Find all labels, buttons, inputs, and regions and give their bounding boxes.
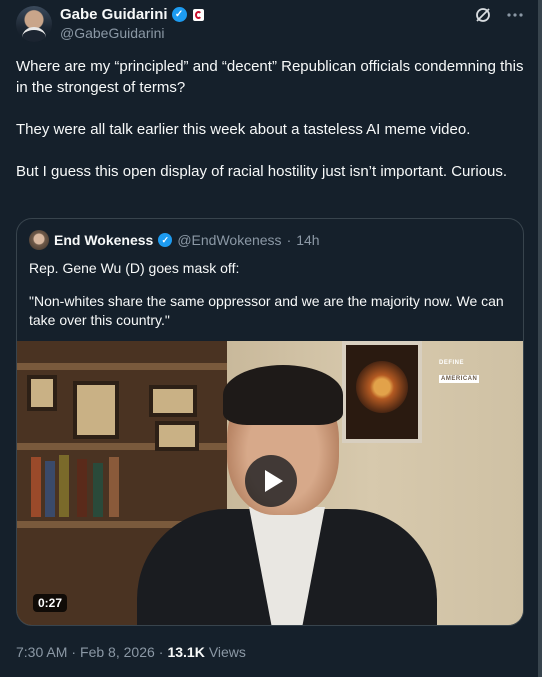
verified-badge-icon: ✓ — [171, 7, 187, 22]
quoted-author-name[interactable]: End Wokeness — [54, 232, 153, 248]
video-logo: DEFINE AMERICAN — [439, 359, 499, 389]
quoted-tweet-text: Rep. Gene Wu (D) goes mask off: "Non-whi… — [29, 259, 514, 344]
logo-line: DEFINE — [439, 360, 465, 366]
author-avatar[interactable] — [16, 6, 52, 42]
quoted-line: Rep. Gene Wu (D) goes mask off: — [29, 260, 240, 276]
video-duration: 0:27 — [33, 594, 68, 612]
logo-line: AMERICAN — [439, 375, 480, 383]
more-icon[interactable] — [506, 6, 524, 24]
tweet-date[interactable]: Feb 8, 2026 — [80, 644, 155, 660]
tweet-meta: 7:30 AM · Feb 8, 2026 · 13.1K Views — [16, 644, 246, 660]
author-display-name[interactable]: Gabe Guidarini — [60, 6, 168, 23]
quoted-tweet[interactable]: End Wokeness ✓ @EndWokeness · 14h Rep. G… — [16, 218, 524, 626]
tweet-text: Where are my “principled” and “decent” R… — [16, 56, 526, 203]
tweet: Gabe Guidarini ✓ @GabeGuidarini Where ar… — [0, 0, 542, 677]
tweet-actions-top — [474, 6, 524, 24]
views-count[interactable]: 13.1K — [167, 644, 204, 660]
author-handle[interactable]: @GabeGuidarini — [60, 25, 165, 41]
separator: · — [286, 232, 292, 248]
quoted-line: "Non-whites share the same oppressor and… — [29, 293, 504, 328]
flag-icon — [192, 8, 204, 21]
tweet-time[interactable]: 7:30 AM — [16, 644, 67, 660]
play-icon[interactable] — [245, 455, 297, 507]
author-name-row: Gabe Guidarini ✓ — [60, 6, 204, 23]
tweet-paragraph: But I guess this open display of racial … — [16, 163, 508, 180]
person-hair — [223, 365, 343, 425]
quoted-tweet-header: End Wokeness ✓ @EndWokeness · 14h — [29, 230, 320, 250]
video-player[interactable]: DEFINE AMERICAN 0:27 — [17, 341, 523, 625]
separator: · — [71, 644, 77, 660]
quoted-time[interactable]: 14h — [296, 232, 319, 248]
quoted-author-avatar[interactable] — [29, 230, 49, 250]
verified-badge-icon: ✓ — [158, 233, 173, 247]
grok-icon[interactable] — [474, 6, 492, 24]
quoted-author-handle[interactable]: @EndWokeness — [177, 232, 281, 248]
views-label: Views — [208, 644, 246, 660]
tweet-paragraph: They were all talk earlier this week abo… — [16, 121, 471, 138]
wall-poster — [342, 341, 422, 443]
separator: · — [158, 644, 164, 660]
scrollbar-edge — [538, 0, 542, 677]
tweet-paragraph: Where are my “principled” and “decent” R… — [16, 58, 524, 96]
